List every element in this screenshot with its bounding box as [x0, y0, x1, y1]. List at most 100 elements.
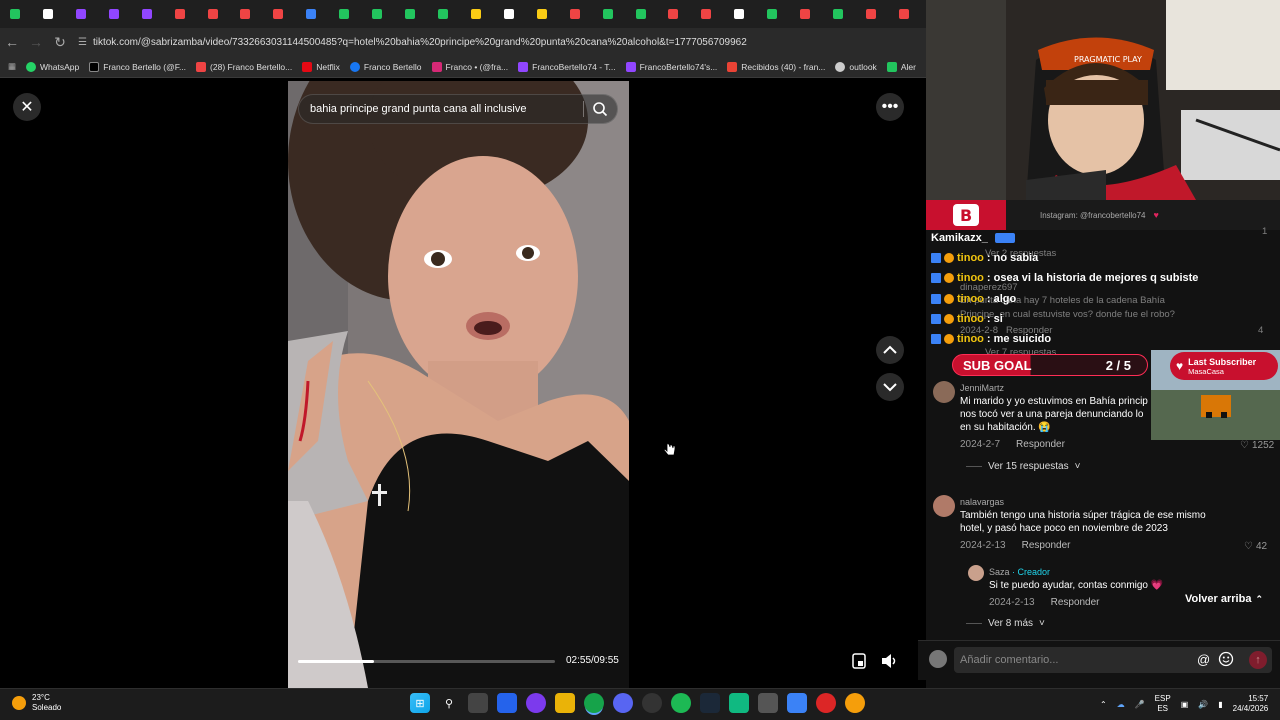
browser-tab[interactable]: [366, 3, 399, 25]
browser-tab[interactable]: [399, 3, 432, 25]
video-player[interactable]: [288, 81, 629, 688]
browser-tab[interactable]: [794, 3, 827, 25]
browser-tab[interactable]: [136, 3, 169, 25]
steam-icon[interactable]: [700, 693, 720, 713]
network-icon[interactable]: ▣: [1181, 700, 1189, 709]
view-replies-button[interactable]: Ver 15 respuestas ˅: [966, 461, 1080, 472]
chrome-profile-icon[interactable]: [816, 693, 836, 713]
browser-tab[interactable]: [465, 3, 498, 25]
browser-tab[interactable]: [234, 3, 267, 25]
browser-tab[interactable]: [169, 3, 202, 25]
comment-username[interactable]: JenniMartz: [960, 382, 1004, 395]
browser-tab[interactable]: [597, 3, 630, 25]
browser-tab[interactable]: [103, 3, 136, 25]
tab-favicon-icon: [800, 9, 811, 19]
file-explorer-icon[interactable]: [555, 693, 575, 713]
app-icon-purple[interactable]: [526, 693, 546, 713]
chevron-up-icon[interactable]: [876, 336, 904, 364]
more-options-icon[interactable]: •••: [876, 93, 904, 121]
back-to-top-button[interactable]: Volver arriba ⌃: [1179, 587, 1269, 611]
avatar[interactable]: [933, 495, 955, 517]
floating-player-icon[interactable]: [849, 651, 869, 671]
battery-icon[interactable]: ▮: [1218, 700, 1222, 709]
forward-icon[interactable]: →: [24, 30, 48, 54]
back-icon[interactable]: ←: [0, 30, 24, 54]
tiktok-search-bar[interactable]: bahia principe grand punta cana all incl…: [298, 94, 618, 124]
comment-placeholder: Añadir comentario...: [960, 654, 1059, 666]
chrome-profile-2-icon[interactable]: [845, 693, 865, 713]
bookmark-facebook[interactable]: Franco Bertello: [349, 61, 422, 72]
avatar[interactable]: [933, 381, 955, 403]
browser-tab[interactable]: [202, 3, 235, 25]
browser-tab[interactable]: [4, 3, 37, 25]
remote-desktop-icon[interactable]: [787, 693, 807, 713]
comment-username[interactable]: Saza · Creador: [989, 566, 1050, 579]
bookmark-outlook[interactable]: outlook: [835, 61, 877, 72]
bookmark-x-franco[interactable]: Franco Bertello (@F...: [89, 61, 186, 72]
volume-icon[interactable]: 🔊: [1198, 700, 1208, 709]
reply-button[interactable]: Responder: [1016, 438, 1065, 451]
browser-tab[interactable]: [827, 3, 860, 25]
search-icon[interactable]: ⚲: [439, 693, 459, 713]
reply-button[interactable]: Responder: [1022, 539, 1071, 552]
bookmark-twitch-2[interactable]: FrancoBertello74's...: [625, 61, 717, 72]
browser-tab[interactable]: [761, 3, 794, 25]
bookmark-youtube[interactable]: (28) Franco Bertello...: [196, 61, 292, 72]
bookmark-netflix[interactable]: Netflix: [302, 61, 340, 72]
browser-tab[interactable]: [728, 3, 761, 25]
browser-tab[interactable]: [893, 3, 926, 25]
like-count[interactable]: ♡ 42: [1244, 541, 1267, 552]
app-icon-triangle[interactable]: [729, 693, 749, 713]
bookmark-alerts[interactable]: Aler: [886, 61, 916, 72]
like-count[interactable]: ♡ 1252: [1240, 440, 1274, 451]
browser-tab[interactable]: [695, 3, 728, 25]
search-icon[interactable]: [592, 101, 608, 117]
clock[interactable]: 15:57 24/4/2026: [1233, 694, 1269, 714]
browser-tab[interactable]: [37, 3, 70, 25]
browser-tab[interactable]: [498, 3, 531, 25]
store-icon[interactable]: [497, 693, 517, 713]
view-more-replies-button[interactable]: Ver 8 más ˅: [966, 618, 1045, 629]
mention-icon[interactable]: @: [1197, 652, 1210, 667]
emoji-icon[interactable]: [1218, 651, 1234, 672]
chrome-icon[interactable]: [584, 693, 604, 713]
url-field[interactable]: ☰ tiktok.com/@sabrizamba/video/733266303…: [78, 37, 747, 48]
bookmark-instagram[interactable]: Franco • (@fra...: [431, 61, 508, 72]
volume-icon[interactable]: [879, 651, 901, 671]
windows-start-icon[interactable]: ⊞: [410, 693, 430, 713]
bookmark-twitch-1[interactable]: FrancoBertello74 - T...: [518, 61, 616, 72]
language-indicator[interactable]: ESP ES: [1155, 694, 1171, 714]
close-icon[interactable]: ✕: [13, 93, 41, 121]
browser-tab[interactable]: [70, 3, 103, 25]
avatar[interactable]: [968, 565, 984, 581]
browser-tab[interactable]: [531, 3, 564, 25]
browser-tab[interactable]: [630, 3, 663, 25]
browser-tab[interactable]: [860, 3, 893, 25]
browser-tab[interactable]: [432, 3, 465, 25]
chevron-up-icon[interactable]: ⌃: [1100, 700, 1107, 709]
obs-icon[interactable]: [642, 693, 662, 713]
reload-icon[interactable]: ↻: [48, 30, 72, 54]
microphone-icon[interactable]: 🎤: [1135, 700, 1145, 709]
send-icon[interactable]: ↑: [1249, 651, 1267, 669]
apps-icon[interactable]: ▦: [8, 61, 16, 72]
browser-tab[interactable]: [564, 3, 597, 25]
browser-tab[interactable]: [662, 3, 695, 25]
weather-widget[interactable]: 23°C Soleado: [12, 693, 61, 713]
task-view-icon[interactable]: [468, 693, 488, 713]
chevron-down-icon[interactable]: [876, 373, 904, 401]
comment-username[interactable]: nalavargas: [960, 496, 1004, 509]
spotify-icon[interactable]: [671, 693, 691, 713]
bookmark-gmail[interactable]: Recibidos (40) - fran...: [727, 61, 825, 72]
site-info-icon[interactable]: ☰: [78, 37, 87, 48]
weather-condition: Soleado: [32, 703, 62, 712]
badge-icon: [931, 334, 941, 344]
browser-tab[interactable]: [300, 3, 333, 25]
browser-tab[interactable]: [267, 3, 300, 25]
bookmark-whatsapp[interactable]: WhatsApp: [26, 61, 79, 72]
reply-button[interactable]: Responder: [1051, 596, 1100, 609]
app-icon-gear[interactable]: [758, 693, 778, 713]
cloud-icon[interactable]: ☁: [1117, 700, 1125, 709]
discord-icon[interactable]: [613, 693, 633, 713]
browser-tab[interactable]: [333, 3, 366, 25]
